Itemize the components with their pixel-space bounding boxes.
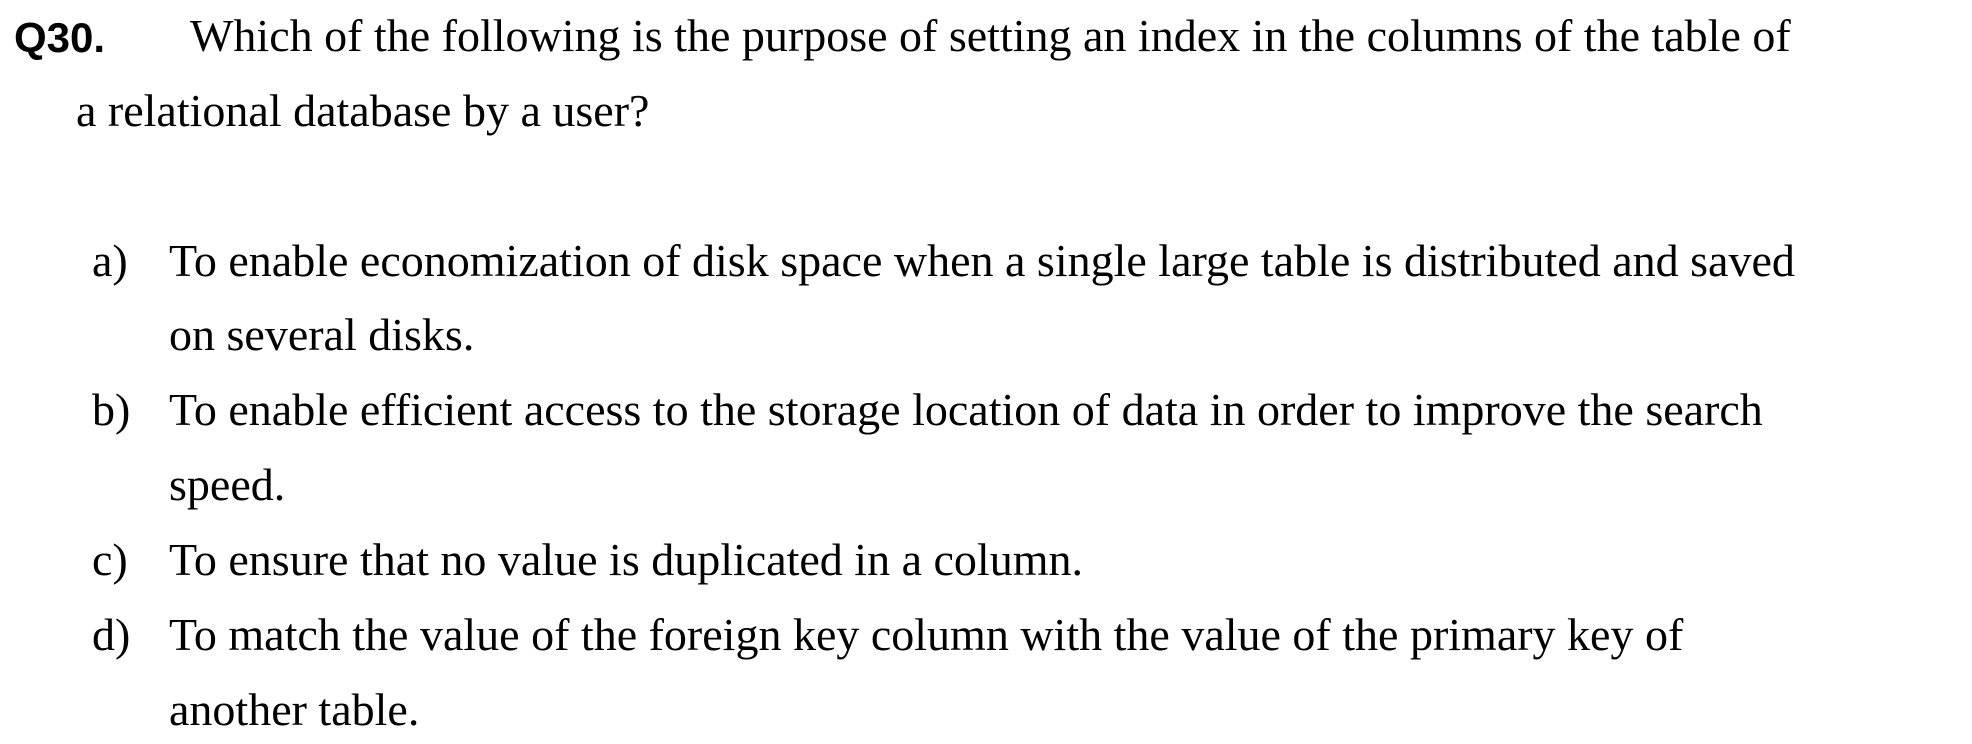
option-b-letter: b) bbox=[92, 384, 131, 435]
question-text-line-2: a relational database by a user? bbox=[76, 85, 650, 136]
option-d-letter: d) bbox=[92, 609, 131, 660]
question-text-line-1: Which of the following is the purpose of… bbox=[190, 10, 1791, 61]
option-a-text-line-2: on several disks. bbox=[169, 309, 475, 360]
question-number: Q30. bbox=[14, 14, 106, 61]
option-b-text-line-1: To enable efficient access to the storag… bbox=[169, 384, 1763, 435]
option-d-text-line-2: another table. bbox=[169, 684, 420, 735]
option-a-text-line-1: To enable economization of disk space wh… bbox=[169, 235, 1795, 286]
option-c-letter: c) bbox=[92, 534, 128, 585]
option-d-text-line-1: To match the value of the foreign key co… bbox=[169, 609, 1684, 660]
question-page: Q30. Which of the following is the purpo… bbox=[0, 0, 1972, 744]
option-b-text-line-2: speed. bbox=[169, 459, 286, 510]
option-c-text-line-1: To ensure that no value is duplicated in… bbox=[169, 534, 1083, 585]
option-a-letter: a) bbox=[92, 235, 128, 286]
